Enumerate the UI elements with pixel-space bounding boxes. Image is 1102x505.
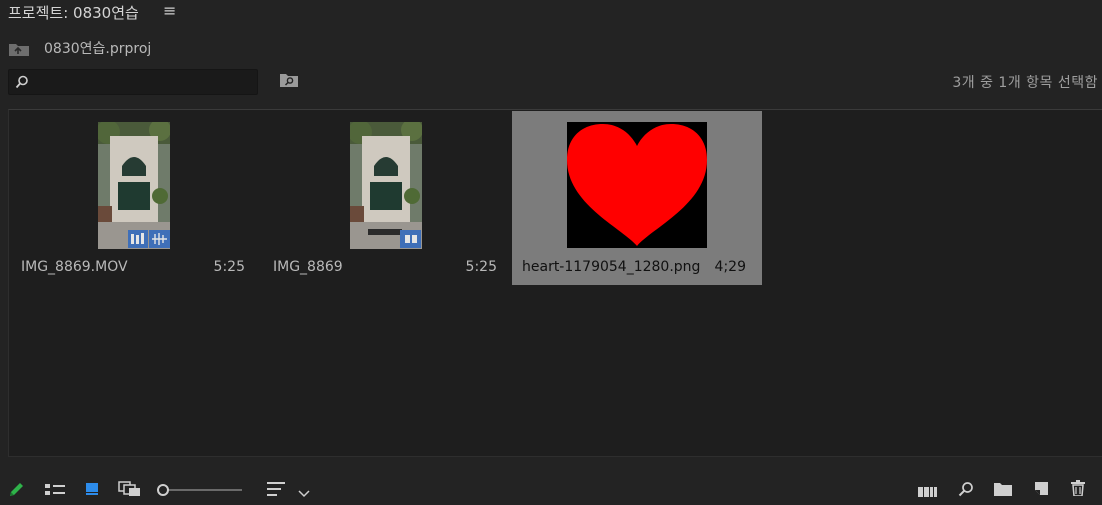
new-item-icon[interactable] [1034, 481, 1049, 500]
hamburger-menu-icon[interactable]: ≡ [163, 1, 176, 20]
selection-status: 3개 중 1개 항목 선택함 [952, 75, 1098, 91]
search-icon [15, 74, 29, 93]
freeform-view-icon[interactable] [118, 481, 142, 501]
clip-tile-video[interactable]: IMG_8869.MOV 5:25 [11, 111, 261, 285]
panel-title[interactable]: 프로젝트: 0830연습 [8, 2, 139, 23]
new-bin-icon[interactable] [994, 481, 1012, 500]
chevron-down-icon[interactable] [298, 483, 310, 502]
automate-to-sequence-icon[interactable] [918, 483, 938, 502]
clip-name: IMG_8869.MOV [21, 259, 128, 275]
red-heart-image-thumbnail [567, 122, 707, 252]
panel-header: 프로젝트: 0830연습 ≡ [0, 0, 1102, 24]
project-name: 0830연습.prproj [44, 41, 152, 57]
image-tile-selected[interactable]: heart-1179054_1280.png 4;29 [512, 111, 762, 285]
image-duration: 4;29 [714, 259, 746, 275]
search-box [8, 69, 258, 95]
pencil-icon[interactable] [8, 480, 26, 502]
find-in-bin-icon[interactable] [279, 72, 299, 92]
building-photo-sequence-thumbnail [348, 119, 423, 253]
clip-duration: 5:25 [213, 259, 245, 275]
bottom-toolbar [0, 472, 1102, 505]
building-photo-video-thumbnail [96, 119, 171, 253]
bin-content-area[interactable]: IMG_8869.MOV 5:25 IMG_8869 5:25 heart-11… [8, 109, 1102, 457]
folder-up-icon[interactable] [8, 41, 30, 61]
sequence-duration: 5:25 [465, 259, 497, 275]
sort-icon[interactable] [267, 481, 287, 501]
sequence-tile[interactable]: IMG_8869 5:25 [263, 111, 513, 285]
sequence-name: IMG_8869 [273, 259, 343, 275]
image-name: heart-1179054_1280.png [522, 259, 701, 275]
zoom-slider[interactable] [156, 482, 244, 501]
find-icon[interactable] [958, 481, 974, 501]
search-input[interactable] [33, 72, 255, 92]
icon-view-icon[interactable] [85, 481, 99, 500]
trash-icon[interactable] [1071, 480, 1085, 500]
list-view-icon[interactable] [45, 482, 65, 501]
project-row: 0830연습.prproj [0, 36, 1102, 60]
